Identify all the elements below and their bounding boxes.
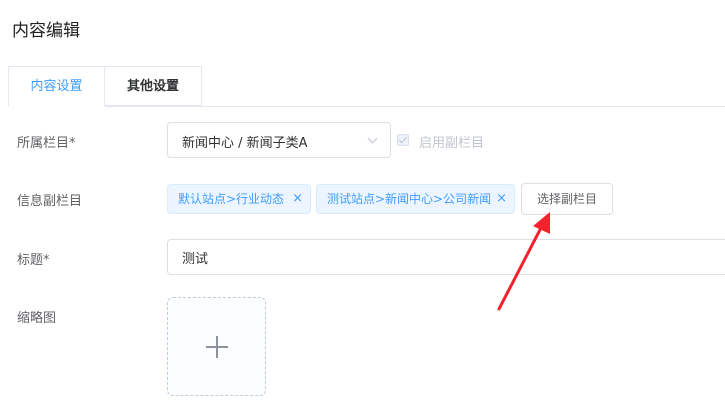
chevron-down-icon — [367, 133, 378, 144]
column-label: 所属栏目* — [17, 136, 76, 151]
arrow-annotation — [497, 212, 550, 311]
title-input[interactable] — [167, 239, 725, 275]
sub-column-label: 信息副栏目 — [17, 194, 83, 209]
sub-column-tag-text: 默认站点>行业动态 — [178, 192, 285, 206]
column-select-value: 新闻中心 / 新闻子类A — [182, 136, 308, 151]
sub-column-tag-text: 测试站点>新闻中心>公司新闻 — [327, 192, 492, 206]
enable-sub-column-label: 启用副栏目 — [419, 136, 485, 151]
tab-other-settings[interactable]: 其他设置 — [105, 66, 202, 106]
sub-column-tag: 测试站点>新闻中心>公司新闻 × — [316, 184, 515, 214]
page-title: 内容编辑 — [12, 21, 80, 41]
close-icon[interactable]: × — [292, 185, 303, 213]
thumbnail-upload[interactable] — [167, 297, 266, 396]
tab-content-settings[interactable]: 内容设置 — [8, 66, 105, 107]
column-select[interactable]: 新闻中心 / 新闻子类A — [167, 122, 391, 158]
title-label: 标题* — [17, 253, 50, 268]
sub-column-tag: 默认站点>行业动态 × — [167, 184, 311, 214]
tabs-divider — [8, 106, 725, 107]
thumbnail-label: 缩略图 — [17, 311, 57, 326]
plus-icon — [206, 336, 228, 358]
checkbox-icon — [397, 134, 409, 146]
